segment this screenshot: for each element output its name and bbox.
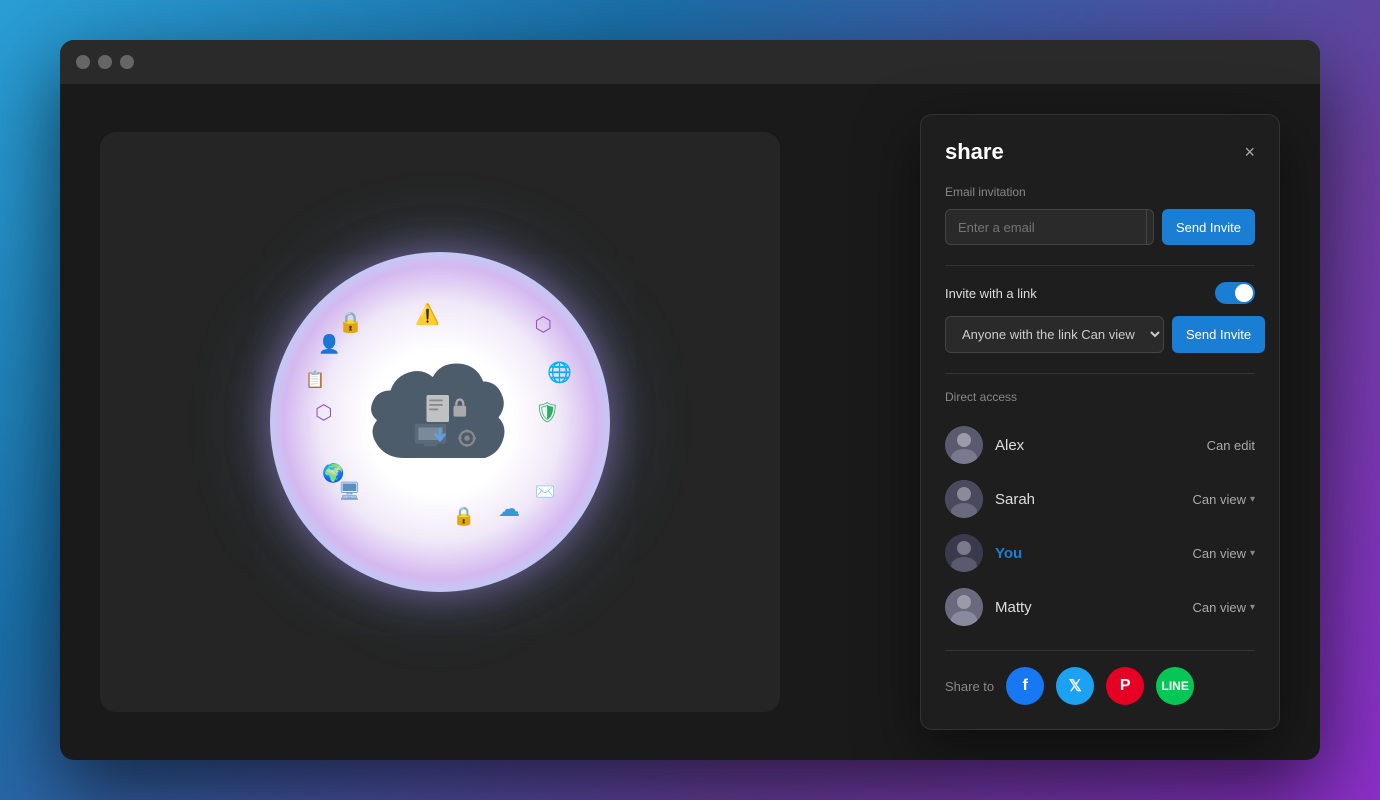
table-row: Alex Can edit (945, 418, 1255, 472)
hex-icon-1: ⬡ (535, 312, 552, 337)
avatar-sarah (945, 480, 983, 518)
user-name-alex: Alex (995, 437, 1207, 454)
lock-icon: 🔒 (338, 310, 363, 335)
traffic-lights (76, 55, 134, 69)
divider-3 (945, 650, 1255, 651)
divider-1 (945, 265, 1255, 266)
email-section-label: Email invitation (945, 185, 1255, 199)
user-name-matty: Matty (995, 599, 1193, 616)
user-permission-matty[interactable]: Can view ▾ (1193, 600, 1256, 615)
user-icon: 👤 (318, 334, 340, 355)
email-input[interactable] (946, 211, 1146, 244)
divider-2 (945, 373, 1255, 374)
user-name-you: You (995, 545, 1193, 562)
link-permission-dropdown[interactable]: Anyone with the link Can view Anyone wit… (945, 316, 1164, 353)
chevron-down-icon: ▾ (1250, 548, 1255, 559)
cloud-circle: 🔒 ⚠️ ⬡ 🌐 🛡 ✉️ ☁ 🔒 🖥 (270, 252, 610, 592)
avatar-alex (945, 426, 983, 464)
content-area: 🔒 ⚠️ ⬡ 🌐 🛡 ✉️ ☁ 🔒 🖥 (100, 132, 780, 712)
pinterest-button[interactable]: P (1106, 667, 1144, 705)
share-title: share (945, 139, 1004, 165)
user-permission-you[interactable]: Can view ▾ (1193, 546, 1256, 561)
share-to-label: Share to (945, 679, 994, 694)
link-dropdown-row: Anyone with the link Can view Anyone wit… (945, 316, 1255, 353)
title-bar (60, 40, 1320, 84)
app-window: 🔒 ⚠️ ⬡ 🌐 🛡 ✉️ ☁ 🔒 🖥 (60, 40, 1320, 760)
twitter-button[interactable]: 𝕏 (1056, 667, 1094, 705)
link-row: Invite with a link (945, 282, 1255, 304)
link-toggle[interactable] (1215, 282, 1255, 304)
chevron-down-icon: ▾ (1250, 494, 1255, 505)
invite-link-label: Invite with a link (945, 286, 1037, 301)
email-icon: ✉️ (535, 482, 555, 502)
shield-icon: 🛡 (535, 400, 560, 425)
lock-icon-2: 🔒 (453, 506, 475, 527)
share-header: share × (945, 139, 1255, 165)
monitor-icon: 🖥 (338, 481, 361, 502)
user-permission-alex: Can edit (1207, 438, 1255, 453)
email-input-group: can view ▾ can edit (945, 209, 1154, 245)
share-to-row: Share to f 𝕏 P LINE (945, 667, 1255, 705)
user-list: Alex Can edit Sarah Can view (945, 418, 1255, 634)
minimize-button[interactable] (98, 55, 112, 69)
warning-icon: ⚠️ (415, 302, 440, 327)
cloud-svg (350, 332, 530, 512)
user-permission-sarah[interactable]: Can view ▾ (1193, 492, 1256, 507)
app-body: 🔒 ⚠️ ⬡ 🌐 🛡 ✉️ ☁ 🔒 🖥 (60, 84, 1320, 760)
send-link-invite-button[interactable]: Send Invite (1172, 316, 1265, 353)
cloud-icon-2: ☁ (498, 496, 520, 522)
close-button[interactable]: × (1244, 143, 1255, 161)
user-name-sarah: Sarah (995, 491, 1193, 508)
globe-icon-2: 🌍 (322, 463, 344, 484)
globe-icon: 🌐 (547, 360, 572, 385)
share-panel: share × Email invitation can view ▾ can … (920, 114, 1280, 730)
permission-dropdown[interactable]: can view ▾ can edit (1146, 210, 1154, 244)
facebook-button[interactable]: f (1006, 667, 1044, 705)
direct-access-label: Direct access (945, 390, 1255, 404)
line-button[interactable]: LINE (1156, 667, 1194, 705)
avatar-matty (945, 588, 983, 626)
email-row: can view ▾ can edit Send Invite (945, 209, 1255, 245)
table-row: Sarah Can view ▾ (945, 472, 1255, 526)
doc-icon: 📋 (305, 370, 325, 390)
close-button[interactable] (76, 55, 90, 69)
send-invite-button[interactable]: Send Invite (1162, 209, 1255, 245)
table-row: Matty Can view ▾ (945, 580, 1255, 634)
cloud-illustration: 🔒 ⚠️ ⬡ 🌐 🛡 ✉️ ☁ 🔒 🖥 (270, 252, 610, 592)
chevron-down-icon: ▾ (1250, 602, 1255, 613)
maximize-button[interactable] (120, 55, 134, 69)
table-row: You Can view ▾ (945, 526, 1255, 580)
avatar-you (945, 534, 983, 572)
hex-icon-2: ⬡ (315, 400, 332, 425)
